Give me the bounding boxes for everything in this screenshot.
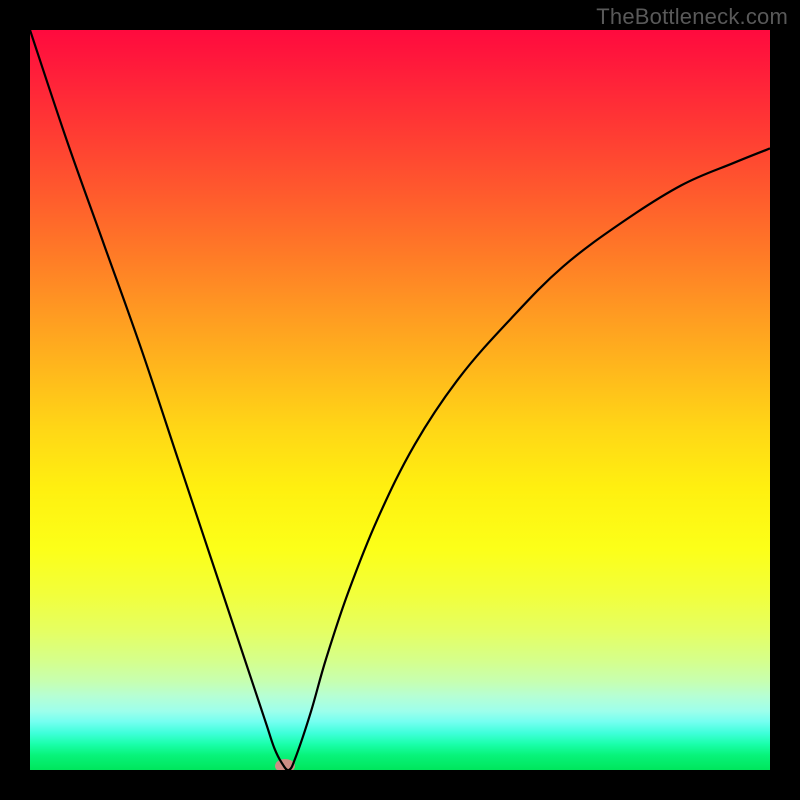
curve-path [30, 30, 770, 770]
chart-frame: TheBottleneck.com [0, 0, 800, 800]
watermark-text: TheBottleneck.com [596, 4, 788, 30]
bottleneck-curve [30, 30, 770, 770]
plot-area [30, 30, 770, 770]
